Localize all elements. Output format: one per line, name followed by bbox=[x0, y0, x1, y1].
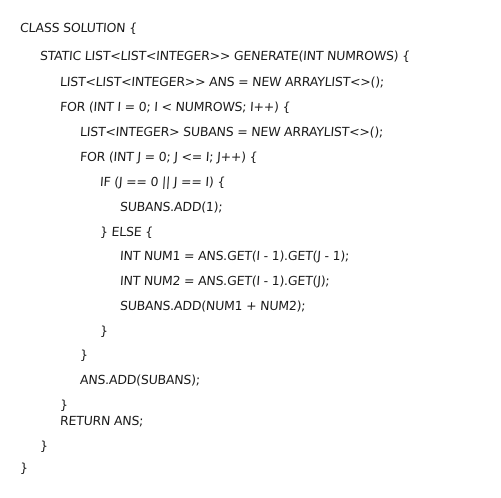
code-line: SUBANS.ADD(1); bbox=[119, 199, 223, 214]
code-line: RETURN ANS; bbox=[59, 413, 144, 428]
code-line: INT NUM2 = ANS.GET(I - 1).GET(J); bbox=[119, 273, 330, 288]
code-line: } bbox=[79, 347, 89, 362]
code-line: } bbox=[39, 438, 49, 453]
code-line: IF (J == 0 || J == I) { bbox=[99, 174, 226, 189]
code-line: INT NUM1 = ANS.GET(I - 1).GET(J - 1); bbox=[119, 248, 350, 263]
code-line: LIST<LIST<INTEGER>> ANS = NEW ARRAYLIST<… bbox=[59, 74, 385, 89]
code-line: STATIC LIST<LIST<INTEGER>> GENERATE(INT … bbox=[39, 48, 411, 63]
code-line: SUBANS.ADD(NUM1 + NUM2); bbox=[119, 298, 306, 313]
code-line: ANS.ADD(SUBANS); bbox=[79, 372, 201, 387]
code-line: } bbox=[19, 460, 29, 475]
code-line: } ELSE { bbox=[99, 224, 154, 239]
code-line: CLASS SOLUTION { bbox=[19, 20, 138, 35]
code-line: FOR (INT J = 0; J <= I; J++) { bbox=[79, 149, 258, 164]
code-line: FOR (INT I = 0; I < NUMROWS; I++) { bbox=[59, 99, 291, 114]
code-line: LIST<INTEGER> SUBANS = NEW ARRAYLIST<>()… bbox=[79, 124, 384, 139]
code-line: } bbox=[99, 323, 109, 338]
code-block: CLASS SOLUTION { STATIC LIST<LIST<INTEGE… bbox=[0, 0, 501, 498]
